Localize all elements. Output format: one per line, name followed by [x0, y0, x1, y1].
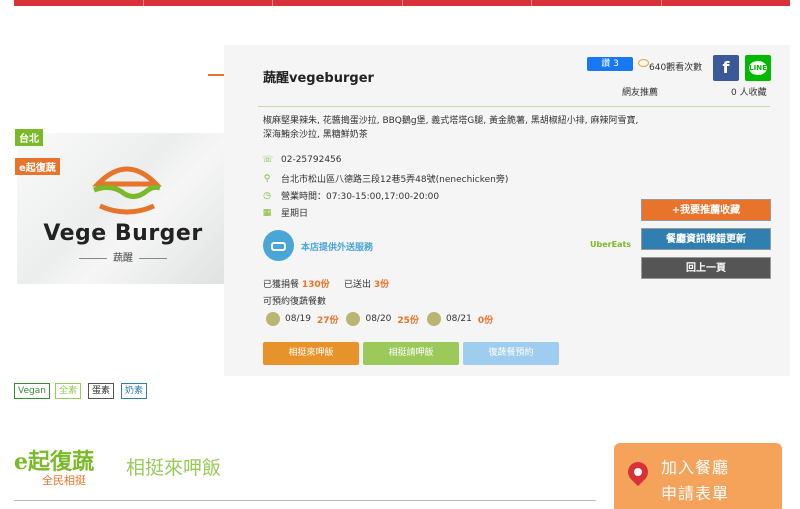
menu-items: 椒麻堅果辣朱, 花醬搗蛋沙拉, BBQ鵝g堡, 義式塔塔G腿, 黃金脆薯, 黑胡… [263, 116, 639, 140]
location-icon: ⚲ [263, 173, 271, 184]
line-share-icon[interactable]: LINE [745, 55, 771, 81]
clock-icon: ◷ [263, 190, 271, 201]
region-tag: 台北 [15, 129, 43, 146]
phone-icon: ☏ [262, 155, 274, 165]
facebook-share-icon[interactable]: f [713, 55, 739, 81]
burger-logo-icon [92, 166, 162, 215]
delivery-icon [263, 230, 294, 261]
recommend-label: 網友推薦 [622, 88, 659, 98]
footer-slogan: 相挺來呷飯 [126, 457, 222, 479]
diet-tag-full-veg: 全素 [55, 383, 82, 399]
date-item[interactable]: 08/21 0份 [426, 312, 493, 326]
hours-text: 營業時間：07:30-15:00,17:00-20:00 [281, 192, 440, 202]
top-nav-bar[interactable] [14, 0, 790, 6]
diet-tag-milk: 奶素 [121, 383, 148, 399]
donation-stats: 已獲捐餐 130份 已送出 3份 [263, 280, 390, 290]
meal-icon [426, 312, 441, 326]
booking-dates: 08/19 27份 08/20 25份 08/21 0份 [266, 312, 501, 326]
delivery-label: 本店提供外送服務 [301, 243, 374, 253]
back-button[interactable]: 回上一頁 [641, 257, 771, 279]
footer-divider [14, 500, 596, 501]
hours-row: ◷ 營業時間：07:30-15:00,17:00-20:00 [262, 189, 440, 203]
bookable-label: 可預約復蔬餐數 [263, 297, 327, 307]
closed-row: ▦ 星期日 [262, 206, 309, 220]
calendar-icon: ▦ [262, 207, 272, 218]
program-tag: e起復蔬 [15, 158, 60, 175]
join-text[interactable]: 加入餐廳 申請表單 [661, 455, 729, 507]
logo-subtext: 蔬醒 [38, 249, 208, 264]
divider [258, 106, 770, 107]
phone-row: ☏ 02-25792456 [262, 155, 342, 165]
favorite-count: 0 人收藏 [731, 88, 767, 98]
meal-booking-button[interactable]: 復蔬餐預約 [463, 342, 559, 365]
ubereats-link[interactable]: UberEats [590, 240, 631, 249]
diet-tag-vegan: Vegan [14, 383, 50, 399]
phone-number[interactable]: 02-25792456 [281, 155, 342, 165]
diet-tag-egg: 蛋素 [88, 383, 115, 399]
address-row: ⚲ 台北市松山區八德路三段12巷5弄48號(nenechicken旁) [262, 172, 509, 186]
support-treat-button[interactable]: 相挺請呷飯 [363, 342, 459, 365]
eye-icon [638, 59, 649, 67]
meal-icon [266, 312, 280, 326]
recommend-favorite-button[interactable]: +我要推薦收藏 [641, 199, 771, 221]
support-eat-button[interactable]: 相挺來呷飯 [263, 342, 359, 365]
restaurant-name: 蔬醒vegeburger [263, 71, 374, 86]
view-count: 640觀看次數 [649, 63, 703, 73]
footer-brand-sub: 全民相挺 [42, 474, 86, 487]
meal-icon [346, 312, 361, 326]
fb-like-button[interactable]: 讚 3 [587, 57, 633, 71]
closed-day: 星期日 [281, 209, 309, 219]
logo-text: Vege Burger [43, 221, 203, 246]
address-text: 台北市松山區八德路三段12巷5弄48號(nenechicken旁) [281, 175, 509, 185]
date-item[interactable]: 08/20 25份 [346, 312, 419, 326]
report-error-button[interactable]: 餐廳資訊報錯更新 [641, 228, 771, 250]
date-item[interactable]: 08/19 27份 [266, 312, 338, 326]
